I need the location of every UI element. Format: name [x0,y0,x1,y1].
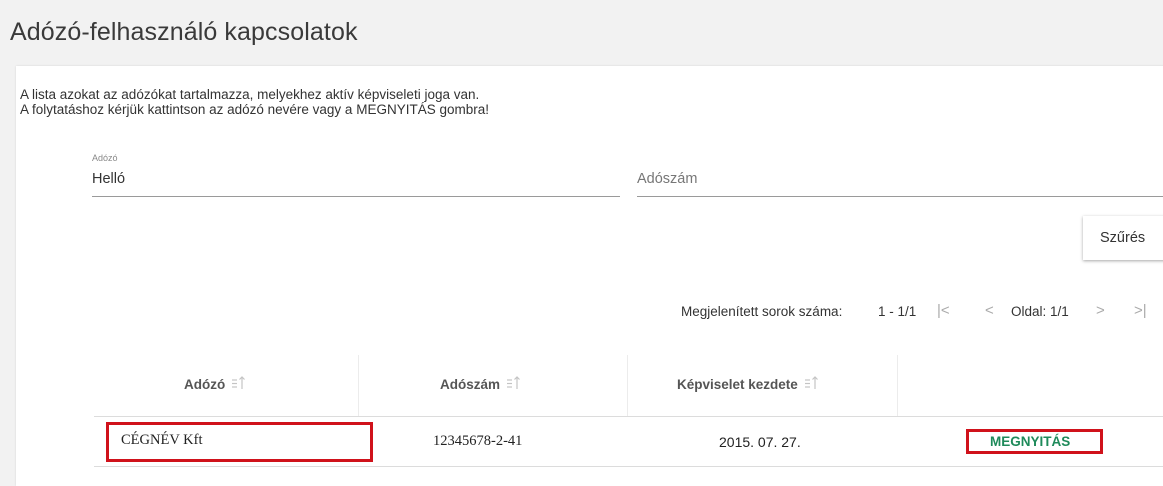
intro-line-2: A folytatáshoz kérjük kattintson az adóz… [20,102,489,117]
column-header-adozo[interactable]: Adózó [184,376,247,393]
column-separator [358,355,359,417]
adoszam-field-underline [637,196,1163,197]
column-header-label: Adószám [440,377,501,392]
column-separator [627,355,628,417]
sort-icon[interactable] [506,376,522,393]
adoszam-filter-field[interactable]: Adószám [637,153,1163,199]
table-header [94,355,1163,417]
tax-number-cell: 12345678-2-41 [433,433,523,449]
adozo-field-value[interactable]: Helló [92,171,125,187]
last-page-icon[interactable]: >| [1134,302,1147,319]
rows-count-value: 1 - 1/1 [878,304,917,319]
rows-count-label: Megjelenített sorok száma: [681,304,843,319]
column-header-label: Adózó [184,377,226,392]
adozo-field-label: Adózó [92,153,118,163]
prev-page-icon[interactable]: < [985,302,994,319]
sort-icon[interactable] [231,376,247,393]
highlight-box-open [966,429,1103,454]
table-row-divider [94,416,1163,417]
column-separator [897,355,898,417]
next-page-icon[interactable]: > [1096,302,1105,319]
column-header-adoszam[interactable]: Adószám [440,376,522,393]
highlight-box-name [106,422,373,462]
filter-button[interactable]: Szűrés [1083,216,1163,260]
intro-text: A lista azokat az adózókat tartalmazza, … [20,87,489,117]
intro-line-1: A lista azokat az adózókat tartalmazza, … [20,87,480,102]
column-header-label: Képviselet kezdete [677,377,798,392]
adozo-field-underline [92,196,620,197]
adozo-filter-field[interactable]: Adózó Helló [92,153,620,199]
page-indicator: Oldal: 1/1 [1011,304,1069,319]
table-row-divider [94,466,1163,467]
column-header-kepviselet-kezdete[interactable]: Képviselet kezdete [677,376,820,393]
first-page-icon[interactable]: |< [937,302,950,319]
start-date-cell: 2015. 07. 27. [719,434,801,450]
sort-icon[interactable] [804,376,820,393]
adoszam-field-placeholder[interactable]: Adószám [637,171,697,187]
page-title: Adózó-felhasználó kapcsolatok [10,18,358,46]
